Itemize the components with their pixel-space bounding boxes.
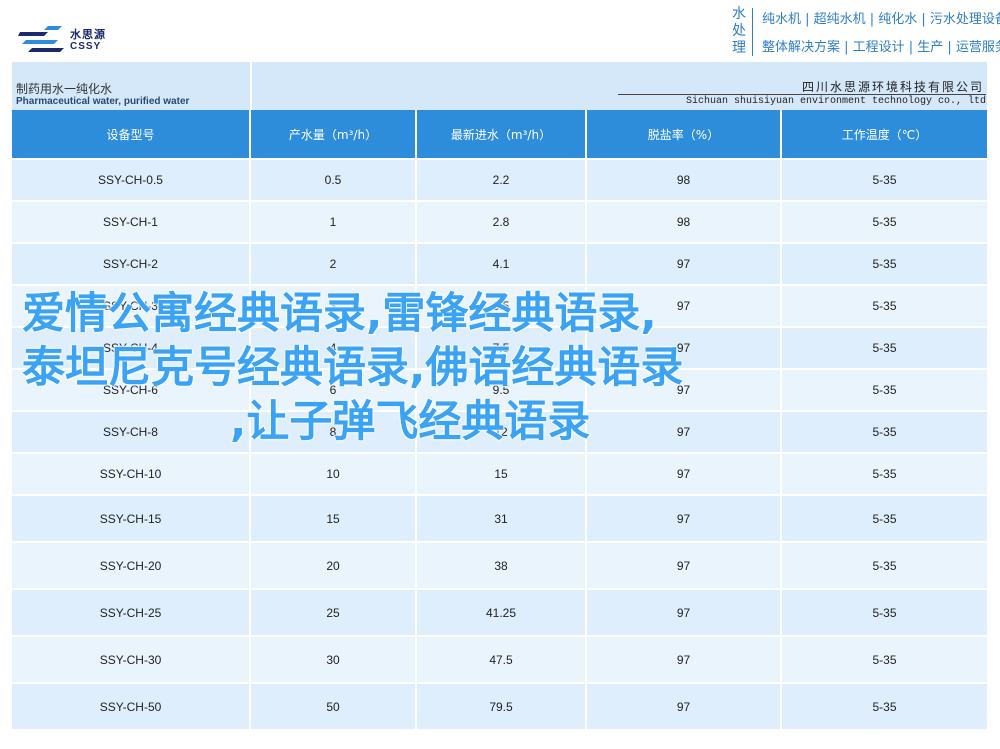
vertical-heading: 水处理 xyxy=(732,6,746,56)
brand-name-cn: 水思源 xyxy=(70,28,106,41)
table-cell: 47.5 xyxy=(416,635,587,683)
header-model: 设备型号 xyxy=(12,110,251,159)
header-output: 产水量（m³/h） xyxy=(250,110,417,159)
company-underline xyxy=(618,94,986,95)
overlay-banner-text: 爱情公寓经典语录,雷锋经典语录, 泰坦尼克号经典语录,佛语经典语录 ,让子弹飞经… xyxy=(22,287,982,449)
header-tagline-products: 纯水机 | 超纯水机 | 纯化水 | 污水处理设备 xyxy=(762,12,1000,27)
product-subtitle: Pharmaceutical water, purified water xyxy=(16,96,190,107)
table-cell: 5-35 xyxy=(781,682,987,729)
table-cell: 38 xyxy=(416,541,587,589)
table-cell: 97 xyxy=(586,242,782,285)
table-row: SSY-CH-1 1 2.8 98 5-35 xyxy=(12,200,987,243)
table-cell: 97 xyxy=(586,494,782,542)
table-cell: 20 xyxy=(250,541,417,589)
title-band-divider xyxy=(250,62,252,110)
table-cell: 5-35 xyxy=(781,541,987,589)
brand-logo: 水思源 CSSY xyxy=(18,22,128,56)
table-cell: 5-35 xyxy=(781,242,987,285)
table-cell: 5-35 xyxy=(781,494,987,542)
table-cell: 30 xyxy=(250,635,417,683)
table-cell: 5-35 xyxy=(781,635,987,683)
table-cell: 97 xyxy=(586,541,782,589)
overlay-line-3: ,让子弹飞经典语录 xyxy=(230,397,591,448)
table-cell: SSY-CH-50 xyxy=(12,682,251,729)
water-wave-logo-icon xyxy=(18,26,64,52)
table-cell: 50 xyxy=(250,682,417,729)
table-row: SSY-CH-20 20 38 97 5-35 xyxy=(12,541,987,589)
table-cell: 2 xyxy=(250,242,417,285)
table-cell: 15 xyxy=(250,494,417,542)
table-row: SSY-CH-25 25 41.25 97 5-35 xyxy=(12,588,987,636)
table-cell: 5-35 xyxy=(781,588,987,636)
table-cell: 15 xyxy=(416,452,587,495)
header-divider xyxy=(752,8,753,56)
table-cell: SSY-CH-20 xyxy=(12,541,251,589)
header-temperature: 工作温度（℃） xyxy=(781,110,987,159)
table-cell: 10 xyxy=(250,452,417,495)
header-tagline-services: 整体解决方案 | 工程设计 | 生产 | 运营服务 xyxy=(762,40,1000,55)
table-cell: SSY-CH-10 xyxy=(12,452,251,495)
table-cell: 98 xyxy=(586,200,782,243)
table-cell: 97 xyxy=(586,588,782,636)
table-cell: 79.5 xyxy=(416,682,587,729)
table-cell: SSY-CH-30 xyxy=(12,635,251,683)
table-cell: SSY-CH-1 xyxy=(12,200,251,243)
overlay-line-1: 爱情公寓经典语录,雷锋经典语录, xyxy=(22,289,658,340)
company-name-cn: 四川水思源环境科技有限公司 xyxy=(801,80,984,94)
table-header-row: 设备型号 产水量（m³/h） 最新进水（m³/h） 脱盐率（%） 工作温度（℃） xyxy=(12,110,987,159)
table-cell: 1 xyxy=(250,200,417,243)
table-cell: 4.1 xyxy=(416,242,587,285)
table-cell: 5-35 xyxy=(781,452,987,495)
overlay-line-2: 泰坦尼克号经典语录,佛语经典语录 xyxy=(22,343,684,394)
table-cell: 0.5 xyxy=(250,158,417,201)
table-cell: SSY-CH-2 xyxy=(12,242,251,285)
table-cell: 97 xyxy=(586,682,782,729)
table-row: SSY-CH-50 50 79.5 97 5-35 xyxy=(12,682,987,729)
table-cell: 5-35 xyxy=(781,200,987,243)
table-cell: 31 xyxy=(416,494,587,542)
table-cell: 25 xyxy=(250,588,417,636)
table-cell: 97 xyxy=(586,452,782,495)
company-name-en: Sichuan shuisiyuan environment technolog… xyxy=(685,96,986,107)
table-row: SSY-CH-10 10 15 97 5-35 xyxy=(12,452,987,495)
table-row: SSY-CH-15 15 31 97 5-35 xyxy=(12,494,987,542)
table-cell: 97 xyxy=(586,635,782,683)
header-desalination: 脱盐率（%） xyxy=(586,110,782,159)
table-cell: SSY-CH-15 xyxy=(12,494,251,542)
brand-name-en: CSSY xyxy=(70,41,102,52)
product-title: 制药用水一纯化水 xyxy=(16,82,113,96)
header-inflow: 最新进水（m³/h） xyxy=(416,110,587,159)
table-cell: 2.8 xyxy=(416,200,587,243)
table-cell: 5-35 xyxy=(781,158,987,201)
table-row: SSY-CH-2 2 4.1 97 5-35 xyxy=(12,242,987,285)
table-cell: SSY-CH-25 xyxy=(12,588,251,636)
table-cell: 41.25 xyxy=(416,588,587,636)
table-cell: 98 xyxy=(586,158,782,201)
table-row: SSY-CH-0.5 0.5 2.2 98 5-35 xyxy=(12,158,987,201)
table-row: SSY-CH-30 30 47.5 97 5-35 xyxy=(12,635,987,683)
table-cell: 2.2 xyxy=(416,158,587,201)
table-cell: SSY-CH-0.5 xyxy=(12,158,251,201)
